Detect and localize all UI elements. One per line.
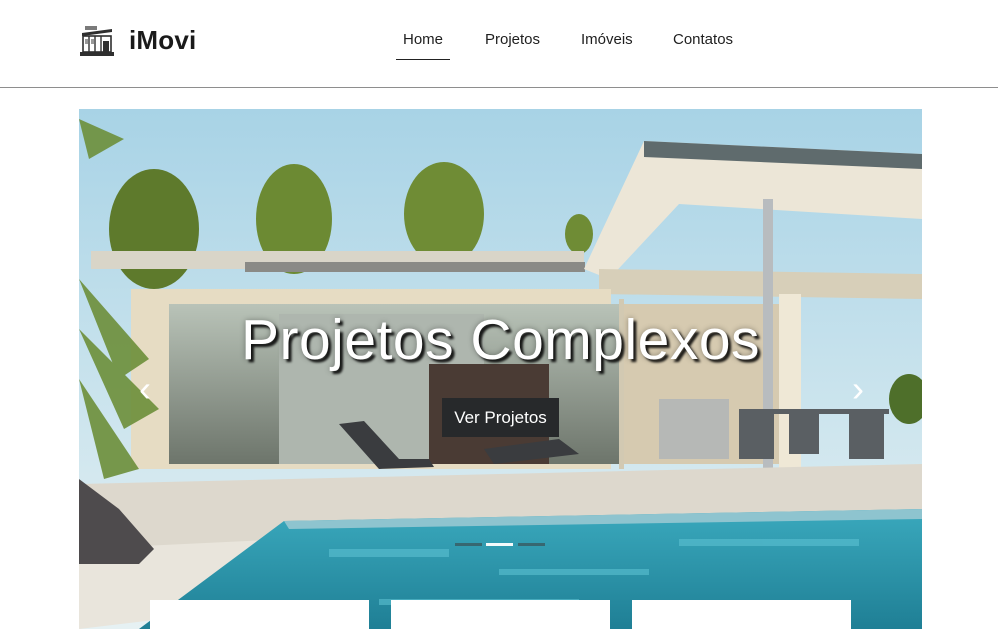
- main-nav: Home Projetos Imóveis Contatos: [0, 28, 998, 60]
- carousel-indicator-3[interactable]: [518, 543, 545, 546]
- nav-projetos[interactable]: Projetos: [485, 28, 540, 60]
- carousel-indicators: [455, 543, 547, 547]
- chevron-left-icon[interactable]: ‹: [133, 367, 157, 411]
- feature-card-3: [632, 600, 851, 629]
- feature-card-1: [150, 600, 369, 629]
- carousel-indicator-1[interactable]: [455, 543, 482, 546]
- chevron-right-icon[interactable]: ›: [846, 367, 870, 411]
- nav-home[interactable]: Home: [396, 28, 451, 60]
- ver-projetos-button[interactable]: Ver Projetos: [442, 398, 559, 437]
- hero-carousel: Projetos Complexos Ver Projetos ‹ ›: [79, 109, 922, 629]
- feature-card-2: [391, 600, 610, 629]
- hero-title: Projetos Complexos: [240, 308, 761, 372]
- nav-imoveis[interactable]: Imóveis: [581, 28, 633, 60]
- nav-contatos[interactable]: Contatos: [673, 28, 733, 60]
- site-header: iMovi Home Projetos Imóveis Contatos: [0, 0, 998, 88]
- carousel-indicator-2[interactable]: [486, 543, 513, 546]
